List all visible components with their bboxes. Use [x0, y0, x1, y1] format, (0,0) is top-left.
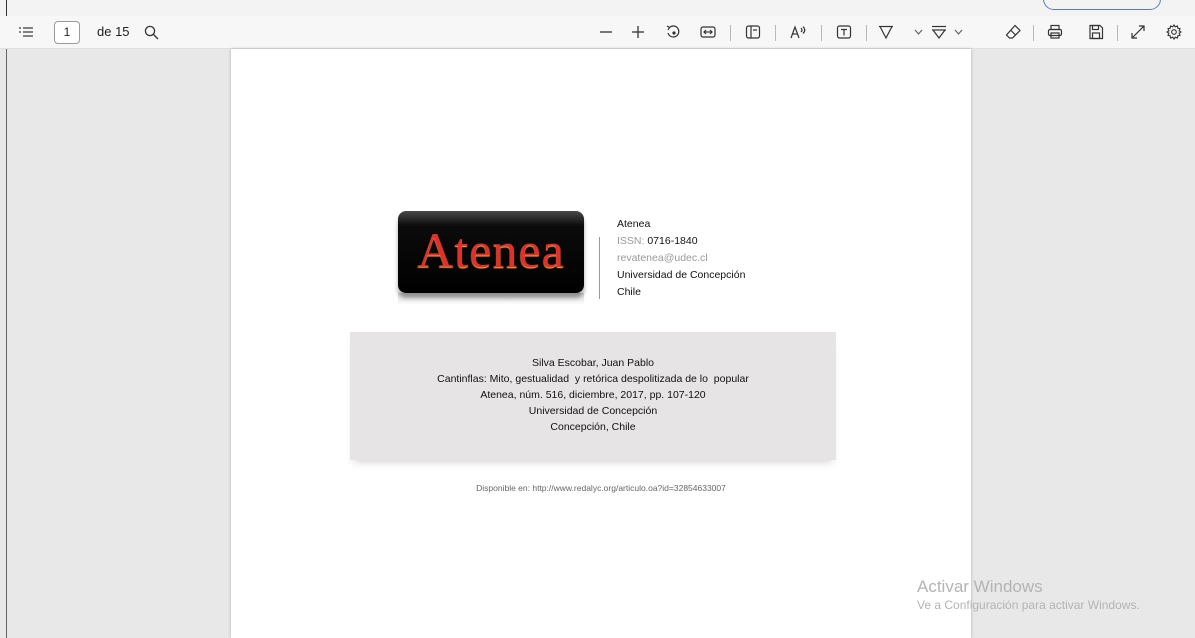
zoom-in-icon[interactable] — [626, 16, 650, 48]
chevron-down-icon[interactable] — [950, 16, 966, 48]
journal-name: Atenea — [617, 218, 651, 230]
draw-icon[interactable] — [874, 16, 898, 48]
read-aloud-icon[interactable] — [786, 16, 810, 48]
page-view-icon[interactable] — [741, 16, 765, 48]
citation-title: Cantinflas: Mito, gestualidad y retórica… — [437, 373, 749, 385]
page-total-label: de 15 — [97, 24, 130, 39]
toolbar-separator — [1033, 25, 1034, 41]
chevron-down-icon[interactable] — [910, 16, 926, 48]
journal-country: Chile — [617, 286, 641, 298]
journal-issn: ISSN: 0716-1840 — [617, 235, 698, 247]
available-link[interactable]: Disponible en: http://www.redalyc.org/ar… — [231, 483, 971, 493]
search-icon[interactable] — [140, 16, 162, 48]
profile-pill[interactable] — [1043, 0, 1161, 10]
citation-author: Silva Escobar, Juan Pablo — [532, 357, 654, 369]
browser-top-strip — [0, 0, 1195, 17]
fullscreen-icon[interactable] — [1126, 16, 1150, 48]
highlight-icon[interactable] — [927, 16, 951, 48]
save-icon[interactable] — [1084, 16, 1108, 48]
citation-source: Atenea, núm. 516, diciembre, 2017, pp. 1… — [480, 389, 706, 401]
print-icon[interactable] — [1043, 16, 1067, 48]
watermark-title: Activar Windows — [917, 577, 1043, 596]
pdf-page: Atenea Atenea ISSN: 0716-1840 revatenea@… — [231, 49, 971, 638]
settings-icon[interactable] — [1162, 16, 1186, 48]
toolbar-separator — [821, 25, 822, 41]
divider — [599, 237, 600, 299]
toolbar-separator — [730, 25, 731, 41]
logo-reflection — [398, 293, 584, 305]
text-icon[interactable] — [832, 16, 856, 48]
toolbar-separator — [866, 25, 867, 41]
citation-text: Silva Escobar, Juan Pablo Cantinflas: Mi… — [350, 355, 836, 435]
page-number-input[interactable]: 1 — [54, 21, 80, 44]
pdf-toolbar: 1 de 15 — [0, 16, 1195, 49]
citation-publisher: Universidad de Concepción — [528, 405, 658, 417]
toolbar-separator — [1117, 25, 1118, 41]
journal-info: Atenea ISSN: 0716-1840 revatenea@udec.cl… — [617, 216, 745, 301]
window-edge — [6, 0, 7, 16]
journal-logo: Atenea — [398, 211, 584, 293]
window-edge — [6, 49, 7, 638]
logo-text: Atenea — [417, 222, 565, 278]
journal-institution: Universidad de Concepción — [617, 269, 746, 281]
citation-box: Silva Escobar, Juan Pablo Cantinflas: Mi… — [350, 332, 836, 460]
eraser-icon[interactable] — [1001, 16, 1025, 48]
citation-location: Concepción, Chile — [550, 421, 636, 433]
rotate-icon[interactable] — [661, 16, 685, 48]
contents-icon[interactable] — [14, 16, 38, 48]
journal-email: revatenea@udec.cl — [617, 252, 708, 264]
toolbar-separator — [775, 25, 776, 41]
watermark-subtitle: Ve a Configuración para activar Windows. — [917, 598, 1140, 612]
fit-width-icon[interactable] — [696, 16, 720, 48]
windows-activation-watermark: Activar Windows Ve a Configuración para … — [917, 577, 1140, 614]
zoom-out-icon[interactable] — [594, 16, 618, 48]
